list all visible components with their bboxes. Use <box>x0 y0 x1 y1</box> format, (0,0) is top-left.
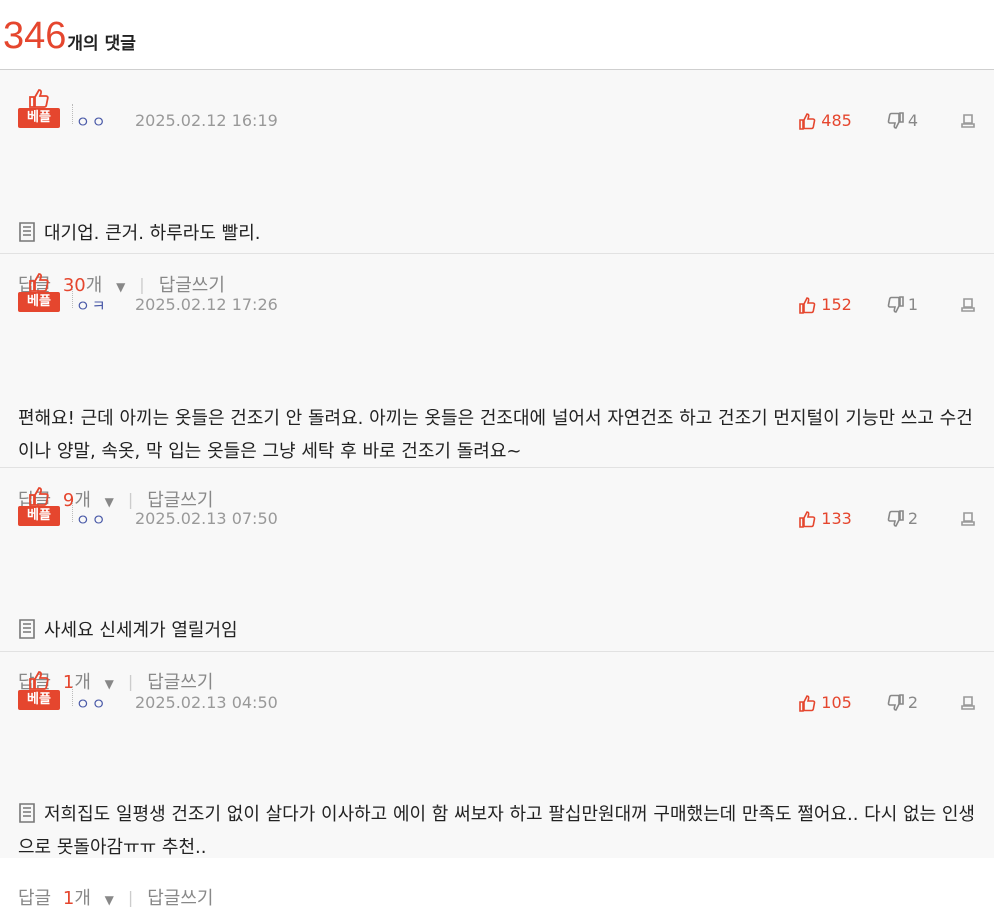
chevron-down-icon: ▼ <box>104 893 114 907</box>
comment-list: 베플 ㅇㅇ 2025.02.12 16:19 485 4 대기업. 큰거. 하루… <box>0 70 994 909</box>
best-badge: 베플 <box>18 670 73 712</box>
comment-date: 2025.02.12 16:19 <box>135 111 278 130</box>
best-badge-label: 베플 <box>18 690 60 710</box>
write-reply-button[interactable]: 답글쓰기 <box>147 884 213 910</box>
downvote-count: 2 <box>907 509 918 528</box>
upvote-button[interactable]: 133 <box>799 509 852 528</box>
reply-toggle[interactable]: 답글 1개 ▼ <box>18 884 114 910</box>
upvote-count: 485 <box>821 111 852 130</box>
upvote-button[interactable]: 152 <box>799 295 852 314</box>
reply-label: 답글 <box>18 888 52 909</box>
thumbs-up-icon <box>799 112 816 130</box>
thumbs-up-icon <box>799 510 816 528</box>
downvote-count: 1 <box>907 295 918 314</box>
report-icon <box>961 695 975 710</box>
divider <box>72 502 74 522</box>
comment-item: 베플 ㅇㅇ 2025.02.12 16:19 485 4 대기업. 큰거. 하루… <box>0 70 994 296</box>
thumbs-down-icon <box>887 693 904 711</box>
best-badge-label: 베플 <box>18 506 60 526</box>
thumbs-down-icon <box>887 509 904 527</box>
thumbs-down-icon <box>887 111 904 129</box>
report-icon <box>961 113 975 128</box>
best-badge: 베플 <box>18 486 73 528</box>
thumbs-up-icon <box>799 296 816 314</box>
thumbs-down-icon <box>887 295 904 313</box>
comment-text: 대기업. 큰거. 하루라도 빨리. <box>44 223 261 244</box>
report-button[interactable] <box>960 113 976 129</box>
comment-text: 편해요! 근데 아끼는 옷들은 건조기 안 돌려요. 아끼는 옷들은 건조대에 … <box>18 408 973 462</box>
divider <box>72 104 74 124</box>
report-icon <box>961 297 975 312</box>
document-icon <box>19 619 35 639</box>
comment-text-block: 대기업. 큰거. 하루라도 빨리. <box>18 217 976 250</box>
reply-unit: 개 <box>74 888 91 909</box>
vote-area: 133 2 <box>799 509 976 528</box>
vote-area: 485 4 <box>799 111 976 130</box>
comment-date: 2025.02.12 17:26 <box>135 295 278 314</box>
document-icon <box>19 222 35 242</box>
upvote-button[interactable]: 485 <box>799 111 852 130</box>
comment-text-block: 사세요 신세계가 열릴거임 <box>18 614 976 647</box>
best-badge: 베플 <box>18 272 73 314</box>
best-badge-label: 베플 <box>18 292 60 312</box>
downvote-count: 4 <box>907 111 918 130</box>
comment-author[interactable]: ㅇㅇ <box>76 509 108 530</box>
comment-date: 2025.02.13 04:50 <box>135 693 278 712</box>
document-icon <box>19 803 35 823</box>
upvote-button[interactable]: 105 <box>799 693 852 712</box>
comments-header: 346 개의 댓글 <box>0 0 994 70</box>
report-icon <box>961 511 975 526</box>
downvote-button[interactable]: 1 <box>886 295 918 314</box>
vote-area: 152 1 <box>799 295 976 314</box>
comment-text: 저희집도 일평생 건조기 없이 살다가 이사하고 에이 함 써보자 하고 팔십만… <box>18 804 975 858</box>
report-button[interactable] <box>960 511 976 527</box>
comment-count-label: 개의 댓글 <box>67 34 136 54</box>
comment-item: 베플 ㅇㅇ 2025.02.13 07:50 133 2 사세요 신세계가 열릴… <box>0 468 994 693</box>
downvote-button[interactable]: 4 <box>886 111 918 130</box>
downvote-count: 2 <box>907 693 918 712</box>
comment-item: 베플 ㅇㅇ 2025.02.13 04:50 105 2 저희집도 일평생 건조… <box>0 652 994 909</box>
divider: | <box>127 887 134 907</box>
upvote-count: 105 <box>821 693 852 712</box>
comment-text-block: 저희집도 일평생 건조기 없이 살다가 이사하고 에이 함 써보자 하고 팔십만… <box>18 798 976 864</box>
comment-date: 2025.02.13 07:50 <box>135 509 278 528</box>
comment-footer: 답글 1개 ▼ | 답글쓰기 <box>18 884 213 910</box>
comment-item: 베플 ㅇㅋ 2025.02.12 17:26 152 1 편해요! 근데 아끼는… <box>0 254 994 511</box>
best-badge-label: 베플 <box>18 108 60 128</box>
upvote-count: 133 <box>821 509 852 528</box>
report-button[interactable] <box>960 297 976 313</box>
reply-count: 1 <box>62 888 75 909</box>
downvote-button[interactable]: 2 <box>886 509 918 528</box>
divider <box>72 288 74 308</box>
comment-author[interactable]: ㅇㅇ <box>76 693 108 714</box>
divider <box>72 686 74 706</box>
report-button[interactable] <box>960 695 976 711</box>
comment-text: 사세요 신세계가 열릴거임 <box>44 620 238 641</box>
thumbs-up-icon <box>799 694 816 712</box>
downvote-button[interactable]: 2 <box>886 693 918 712</box>
vote-area: 105 2 <box>799 693 976 712</box>
upvote-count: 152 <box>821 295 852 314</box>
comment-text-block: 편해요! 근데 아끼는 옷들은 건조기 안 돌려요. 아끼는 옷들은 건조대에 … <box>18 402 976 468</box>
comment-author[interactable]: ㅇㅋ <box>76 295 108 316</box>
comment-author[interactable]: ㅇㅇ <box>76 111 108 132</box>
best-badge: 베플 <box>18 88 73 130</box>
comment-count: 346 <box>3 15 67 57</box>
